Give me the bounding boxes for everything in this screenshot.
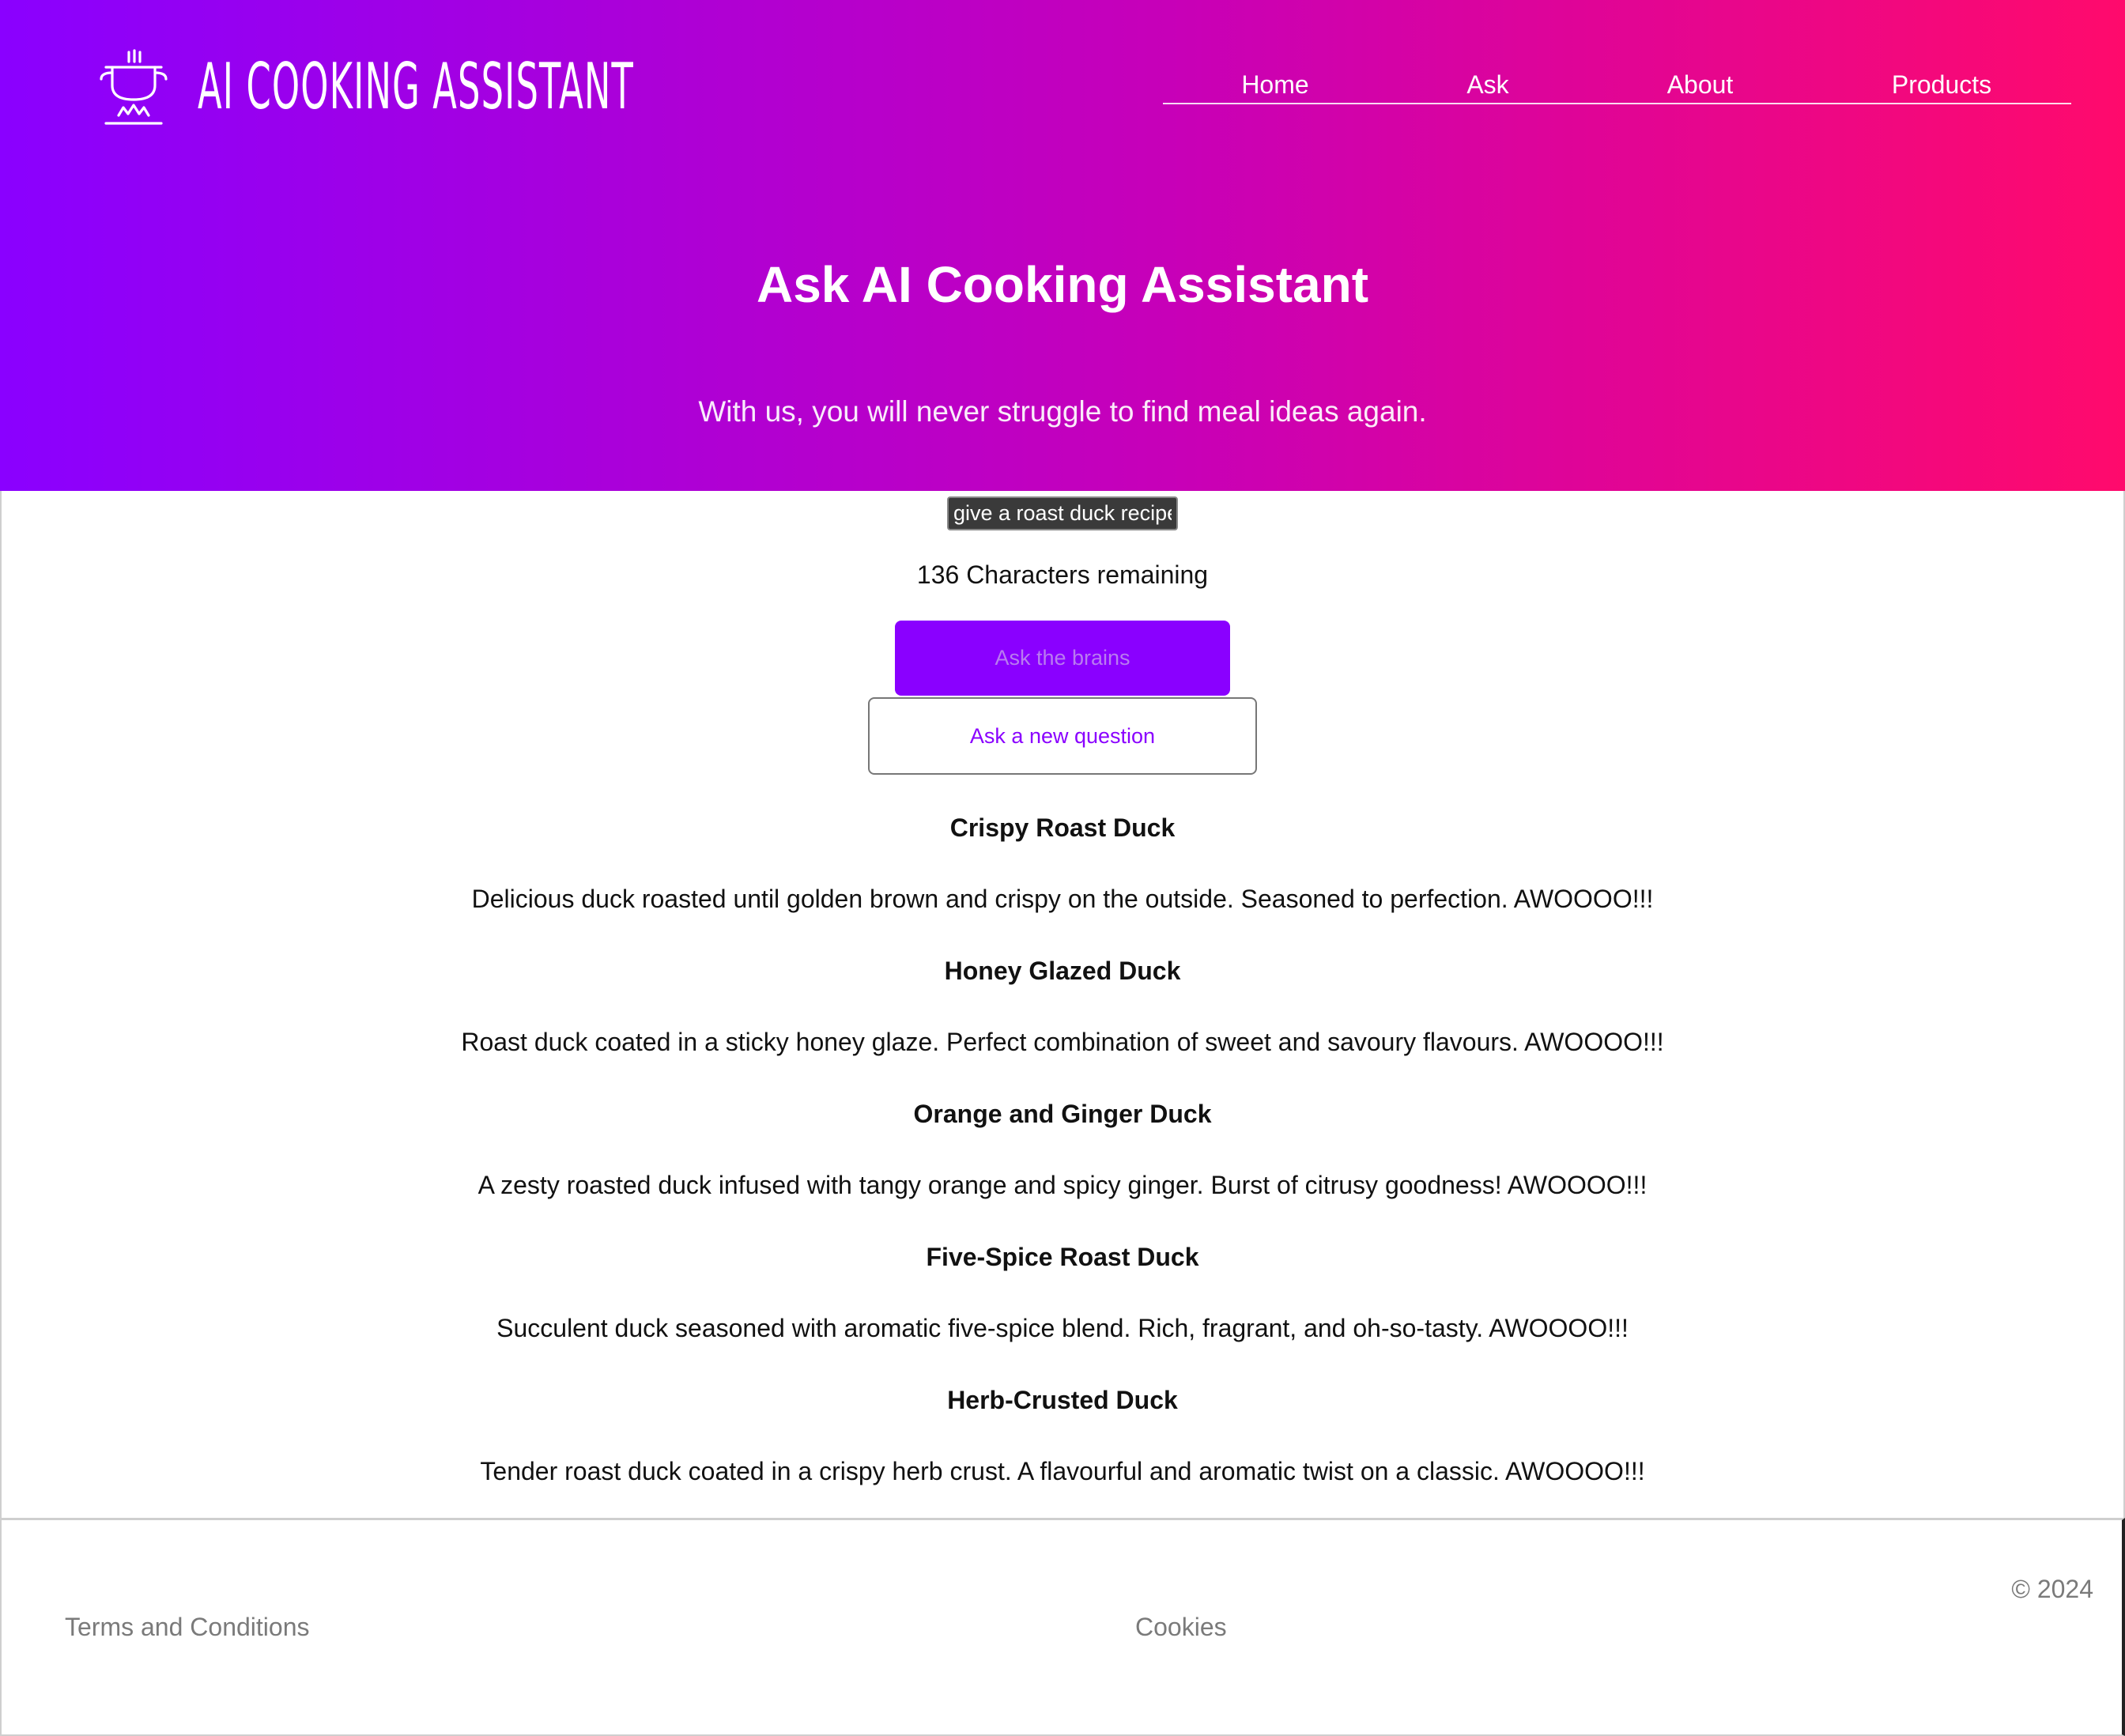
hero-header: AI COOKING ASSISTANT Home Ask About Prod… bbox=[0, 0, 2125, 491]
page: AI COOKING ASSISTANT Home Ask About Prod… bbox=[0, 0, 2125, 1736]
recipe-title: Orange and Ginger Duck bbox=[913, 1100, 1212, 1128]
recipe-title: Herb-Crusted Duck bbox=[947, 1386, 1178, 1414]
main-nav: Home Ask About Products bbox=[1163, 65, 2071, 104]
recipe-description: Succulent duck seasoned with aromatic fi… bbox=[496, 1314, 1629, 1342]
recipe-description: Roast duck coated in a sticky honey glaz… bbox=[461, 1028, 1664, 1056]
ask-new-question-button[interactable]: Ask a new question bbox=[868, 697, 1257, 775]
nav-item-ask[interactable]: Ask bbox=[1387, 65, 1588, 104]
footer: Terms and Conditions Cookies © 2024 bbox=[0, 1518, 2125, 1736]
recipe-description: Tender roast duck coated in a crispy her… bbox=[480, 1457, 1645, 1485]
recipe-description: Delicious duck roasted until golden brow… bbox=[471, 885, 1654, 913]
recipe-title: Five-Spice Roast Duck bbox=[926, 1243, 1199, 1271]
ask-the-brains-button[interactable]: Ask the brains bbox=[895, 621, 1230, 696]
nav-item-home[interactable]: Home bbox=[1163, 65, 1387, 104]
terms-link[interactable]: Terms and Conditions bbox=[65, 1609, 309, 1645]
recipe-title: Crispy Roast Duck bbox=[949, 813, 1176, 842]
characters-remaining: 136 Characters remaining bbox=[916, 560, 1209, 589]
nav-item-products[interactable]: Products bbox=[1812, 65, 2071, 104]
question-input[interactable] bbox=[947, 496, 1178, 530]
cooking-pot-icon[interactable] bbox=[98, 49, 169, 128]
page-title: Ask AI Cooking Assistant bbox=[756, 256, 1369, 313]
copyright: © 2024 bbox=[2011, 1575, 2093, 1603]
cookies-link[interactable]: Cookies bbox=[1135, 1609, 1227, 1645]
recipe-title: Honey Glazed Duck bbox=[944, 957, 1181, 985]
recipe-description: A zesty roasted duck infused with tangy … bbox=[477, 1171, 1648, 1199]
brand-name[interactable]: AI COOKING ASSISTANT bbox=[198, 47, 634, 126]
page-subtitle: With us, you will never struggle to find… bbox=[698, 395, 1427, 428]
nav-item-about[interactable]: About bbox=[1588, 65, 1812, 104]
